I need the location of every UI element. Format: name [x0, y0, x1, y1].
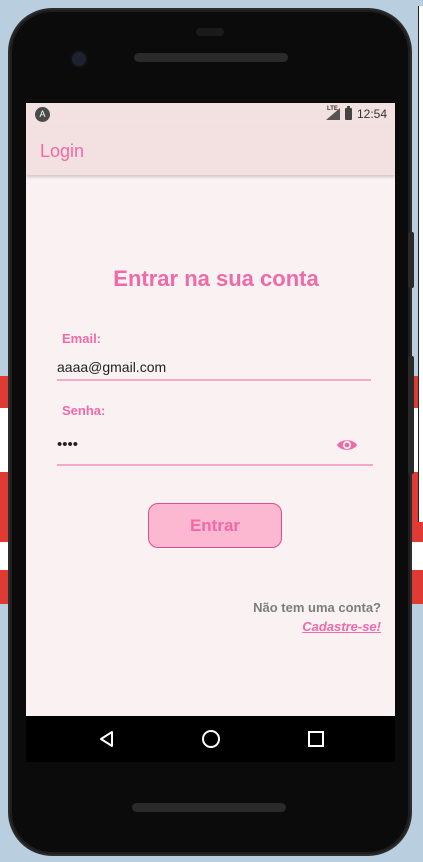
password-field[interactable]: •••• [57, 436, 78, 453]
app-screen: A LTE 12:54 Login Entrar na sua conta Em… [26, 103, 395, 716]
recents-icon[interactable] [308, 731, 324, 747]
app-bar: Login [26, 127, 395, 175]
front-camera [72, 52, 86, 66]
background-panel [418, 6, 423, 522]
top-sensor [196, 28, 224, 36]
email-field[interactable]: aaaa@gmail.com [57, 359, 166, 375]
eye-icon[interactable] [336, 436, 358, 454]
bottom-speaker [132, 803, 286, 812]
battery-icon [344, 106, 352, 120]
network-type: LTE [326, 106, 338, 112]
back-icon[interactable] [98, 730, 116, 748]
password-field-underline [57, 464, 373, 466]
signal-icon: LTE [325, 106, 340, 120]
login-button[interactable]: Entrar [148, 503, 282, 548]
volume-button [408, 356, 414, 474]
signup-link[interactable]: Cadastre-se! [302, 619, 381, 634]
status-bar: A LTE 12:54 [26, 103, 395, 127]
email-field-underline [57, 379, 371, 381]
no-account-text: Não tem uma conta? [253, 600, 381, 615]
email-label: Email: [62, 331, 102, 346]
status-time: 12:54 [356, 107, 387, 121]
app-bar-title: Login [40, 141, 85, 161]
status-indicators: LTE 12:54 [325, 106, 387, 121]
navigation-bar [26, 716, 395, 762]
power-button [408, 232, 414, 288]
password-label: Senha: [62, 403, 106, 418]
android-notification-icon: A [35, 107, 50, 122]
home-icon[interactable] [202, 730, 220, 748]
page-title: Entrar na sua conta [113, 266, 319, 291]
top-speaker [134, 53, 288, 62]
